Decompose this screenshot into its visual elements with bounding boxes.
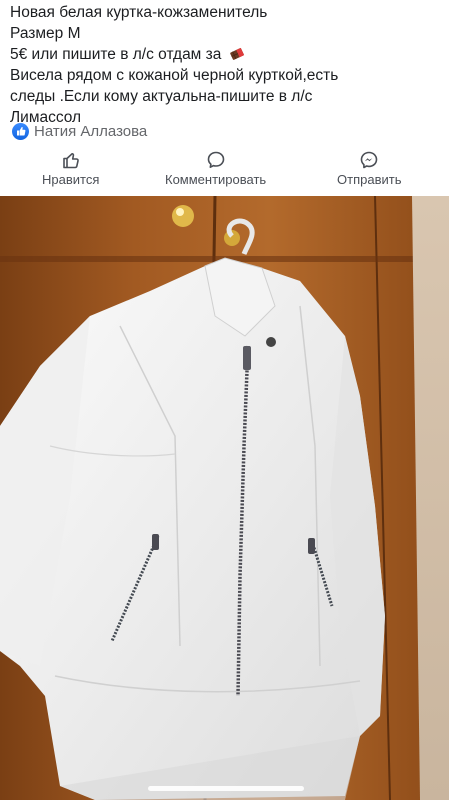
post-line-3: 5€ или пишите в л/с отдам за	[10, 44, 440, 65]
post-text: Новая белая куртка-кожзаменитель Размер …	[10, 2, 440, 128]
like-reaction-icon	[12, 122, 29, 140]
white-jacket-photo	[0, 196, 449, 800]
price-text: 5€ или пишите в л/с отдам за	[10, 46, 226, 63]
like-button[interactable]: Нравится	[42, 150, 99, 187]
post-line-2: Размер М	[10, 25, 81, 42]
author-row[interactable]: Натия Аллазова	[12, 121, 147, 141]
comment-button[interactable]: Комментировать	[165, 150, 266, 187]
share-label: Отправить	[337, 172, 402, 187]
share-button[interactable]: Отправить	[337, 150, 401, 187]
thumbs-up-icon	[62, 153, 79, 169]
post-line-5: следы .Если кому актуальна-пишите в л/с	[10, 88, 313, 105]
comment-label: Комментировать	[165, 172, 267, 187]
comment-bubble-icon	[207, 151, 224, 168]
post-line-4: Висела рядом с кожаной черной курткой,ес…	[10, 67, 339, 84]
post-photo[interactable]	[0, 196, 449, 800]
author-name[interactable]: Натия Аллазова	[34, 123, 147, 140]
post-actions-bar: Нравится Комментировать Отправить	[0, 150, 449, 190]
post-line-1: Новая белая куртка-кожзаменитель	[10, 4, 268, 21]
like-label: Нравится	[42, 172, 100, 187]
chocolate-bar-icon	[229, 47, 244, 60]
messenger-icon	[360, 151, 378, 169]
home-indicator[interactable]	[148, 786, 304, 791]
